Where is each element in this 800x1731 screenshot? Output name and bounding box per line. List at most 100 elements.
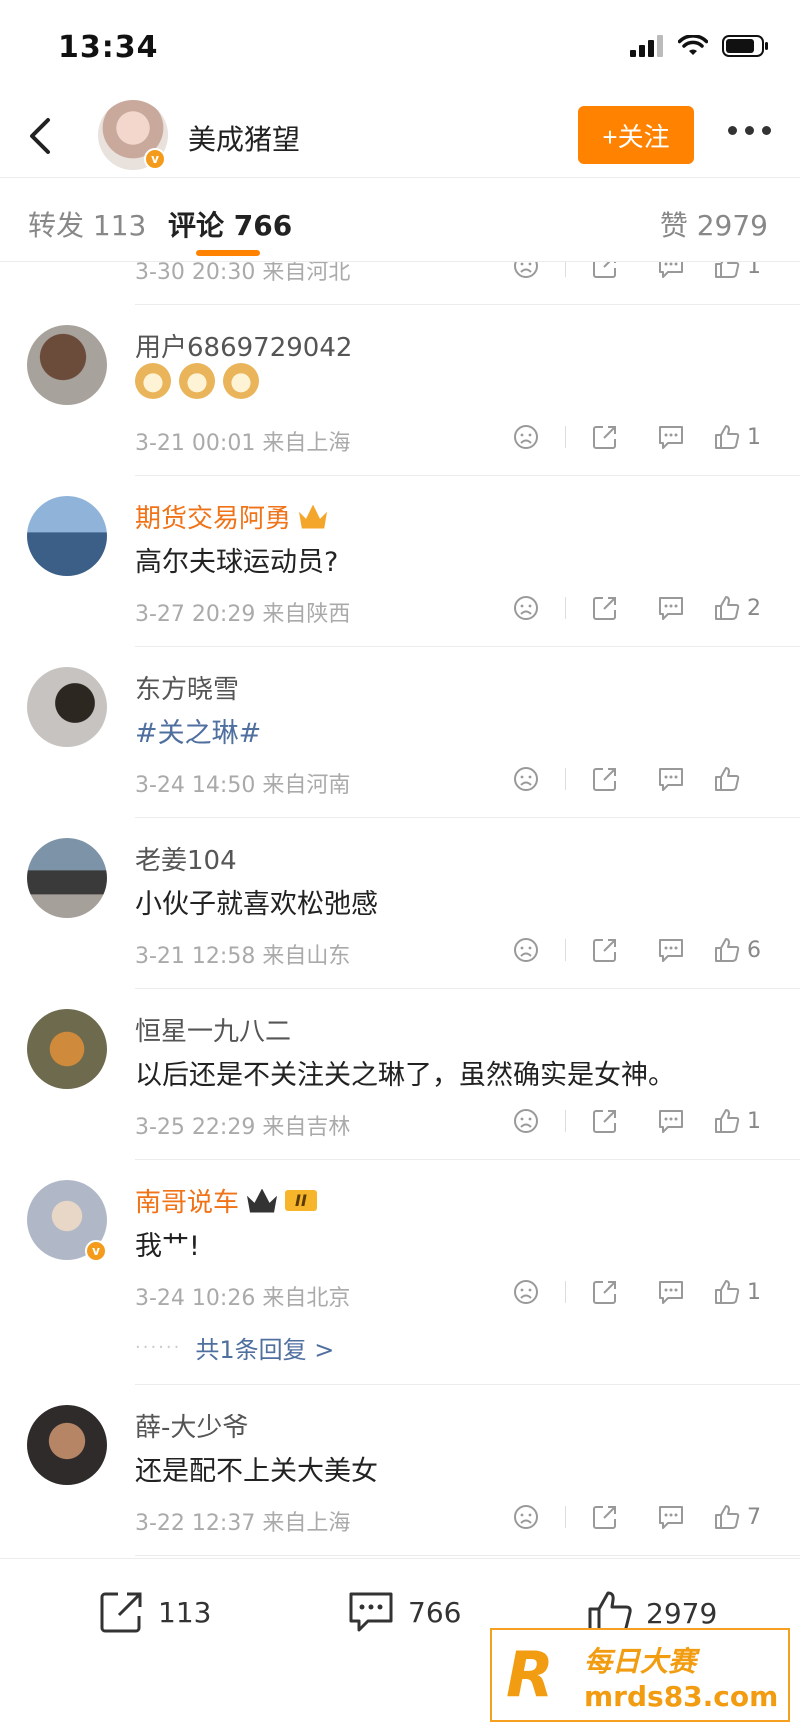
like-button[interactable]: 1 [704, 262, 770, 284]
comment-meta: 3-25 22:29 来自吉林 [135, 1115, 351, 1140]
comment-text[interactable]: #关之琳# [135, 711, 261, 750]
dislike-icon[interactable] [493, 419, 559, 455]
reply-icon[interactable] [638, 1103, 704, 1139]
reply-icon[interactable] [638, 1499, 704, 1535]
thumb-up-icon [715, 938, 740, 962]
commenter-name-text[interactable]: 用户6869729042 [135, 327, 352, 364]
reply-icon[interactable] [638, 262, 704, 284]
reply-icon[interactable] [638, 761, 704, 797]
commenter-name-text[interactable]: 薛-大少爷 [135, 1407, 248, 1444]
dislike-icon[interactable] [493, 1274, 559, 1310]
share-icon[interactable] [572, 262, 638, 284]
like-count: 6 [747, 937, 761, 963]
replies-text[interactable]: 共1条回复 > [195, 1330, 334, 1365]
commenter-name[interactable]: 南哥说车 II [135, 1182, 317, 1219]
comment-item[interactable]: 恒星一九八二 以后还是不关注关之琳了，虽然确实是女神。 3-25 22:29 来自吉… [0, 989, 800, 1160]
thumb-up-icon [715, 767, 740, 791]
watermark-logo: R 每日大赛 mrds83.com [490, 1628, 790, 1722]
like-button[interactable] [704, 761, 770, 797]
view-replies-link[interactable]: ······ 共1条回复 > [135, 1330, 334, 1365]
commenter-name-text[interactable]: 东方晓雪 [135, 669, 239, 706]
battery-icon [722, 35, 768, 57]
dislike-icon[interactable] [493, 1499, 559, 1535]
commenter-name[interactable]: 用户6869729042 [135, 327, 352, 364]
share-icon[interactable] [572, 1499, 638, 1535]
like-count: 1 [747, 1279, 761, 1305]
comment-item[interactable]: 东方晓雪 #关之琳# 3-24 14:50 来自河南 [0, 647, 800, 818]
dislike-icon[interactable] [493, 761, 559, 797]
commenter-avatar[interactable] [27, 838, 107, 918]
back-icon[interactable] [22, 114, 62, 158]
comment-text: 还是配不上关大美女 [135, 1456, 378, 1487]
tab-likes[interactable]: 赞 2979 [660, 204, 768, 244]
divider [565, 768, 566, 790]
comment-item-partial: 3-30 20:30 来自河北 1 [0, 262, 800, 305]
share-icon[interactable] [572, 761, 638, 797]
dislike-icon[interactable] [493, 590, 559, 626]
comment-actions: 6 [493, 932, 770, 968]
wifi-icon [678, 35, 708, 55]
commenter-name-text[interactable]: 老姜104 [135, 840, 237, 877]
commenter-name[interactable]: 期货交易阿勇 [135, 498, 328, 535]
commenter-name-text[interactable]: 期货交易阿勇 [135, 498, 291, 535]
like-button[interactable]: 1 [704, 1274, 770, 1310]
commenter-name-text[interactable]: 恒星一九八二 [135, 1011, 291, 1048]
commenter-avatar[interactable] [27, 667, 107, 747]
commenter-avatar[interactable] [27, 325, 107, 405]
more-options-icon[interactable] [728, 126, 771, 135]
comment-icon [349, 1592, 393, 1632]
like-button[interactable]: 7 [704, 1499, 770, 1535]
commenter-avatar[interactable] [27, 1009, 107, 1089]
share-icon[interactable] [572, 1274, 638, 1310]
dislike-icon[interactable] [493, 1103, 559, 1139]
commenter-name[interactable]: 恒星一九八二 [135, 1011, 291, 1048]
share-icon[interactable] [572, 419, 638, 455]
comment-actions: 1 [493, 262, 770, 284]
thumb-up-icon [715, 1280, 740, 1304]
divider [565, 426, 566, 448]
share-icon[interactable] [572, 590, 638, 626]
like-count: 2979 [646, 1596, 718, 1630]
comment-button[interactable]: 766 [346, 1589, 461, 1635]
dislike-icon[interactable] [493, 932, 559, 968]
comment-count: 766 [408, 1595, 462, 1629]
commenter-name[interactable]: 东方晓雪 [135, 669, 239, 706]
comment-item[interactable]: 期货交易阿勇 高尔夫球运动员? 3-27 20:29 来自陕西 2 [0, 476, 800, 647]
post-header: v 美成猪望 +关注 [0, 96, 800, 178]
follow-button[interactable]: +关注 [578, 106, 694, 164]
comment-item[interactable]: 薛-大少爷 还是配不上关大美女 3-22 12:37 来自上海 7 [0, 1385, 800, 1556]
comment-actions: 7 [493, 1499, 770, 1535]
like-button[interactable]: 1 [704, 1103, 770, 1139]
like-button[interactable]: 2 [704, 590, 770, 626]
comment-meta: 3-21 00:01 来自上海 [135, 431, 351, 456]
comment-meta: 3-27 20:29 来自陕西 [135, 602, 351, 627]
like-button[interactable]: 6 [704, 932, 770, 968]
author-name[interactable]: 美成猪望 [188, 118, 300, 158]
commenter-name[interactable]: 薛-大少爷 [135, 1407, 248, 1444]
commenter-name[interactable]: 老姜104 [135, 840, 237, 877]
comment-list[interactable]: 3-30 20:30 来自河北 1 用户6869729042 3-21 00:01… [0, 262, 800, 1558]
share-icon[interactable] [572, 932, 638, 968]
comment-item[interactable]: 用户6869729042 3-21 00:01 来自上海 1 [0, 305, 800, 476]
repost-icon [100, 1592, 142, 1633]
commenter-name-text[interactable]: 南哥说车 [135, 1182, 239, 1219]
reply-icon[interactable] [638, 932, 704, 968]
like-count: 1 [747, 424, 761, 450]
reply-icon[interactable] [638, 590, 704, 626]
dislike-icon[interactable] [493, 262, 559, 284]
commenter-avatar[interactable] [27, 496, 107, 576]
share-icon[interactable] [572, 1103, 638, 1139]
tab-comments[interactable]: 评论 766 [168, 204, 292, 244]
comment-item[interactable]: 老姜104 小伙子就喜欢松弛感 3-21 12:58 来自山东 6 [0, 818, 800, 989]
reply-icon[interactable] [638, 419, 704, 455]
comment-text: 小伙子就喜欢松弛感 [135, 889, 378, 920]
tab-reposts[interactable]: 转发 113 [28, 204, 146, 244]
watermark-text: 每日大赛 [584, 1645, 697, 1678]
repost-button[interactable]: 113 [98, 1589, 211, 1635]
commenter-avatar[interactable] [27, 1405, 107, 1485]
verified-badge-icon: v [85, 1240, 107, 1262]
comment-item[interactable]: v 南哥说车 II 我艹! 3-24 10:26 来自北京 1 ······ 共1条回复 > [0, 1160, 800, 1385]
divider [565, 1110, 566, 1132]
reply-icon[interactable] [638, 1274, 704, 1310]
like-button[interactable]: 1 [704, 419, 770, 455]
